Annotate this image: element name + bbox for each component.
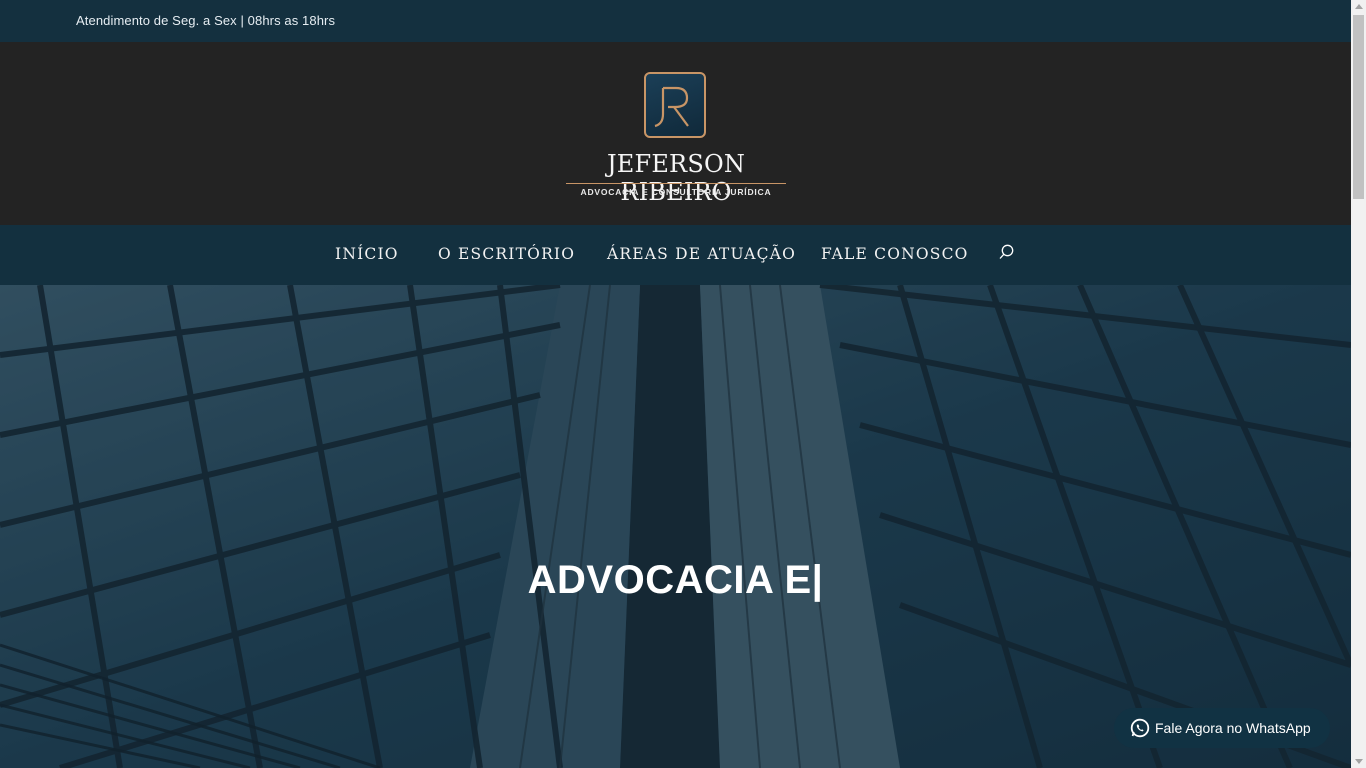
page: Atendimento de Seg. a Sex | 08hrs as 18h… xyxy=(0,0,1351,768)
hero-banner: ADVOCACIA E| xyxy=(0,285,1351,768)
scroll-down-arrow-icon[interactable] xyxy=(1355,759,1363,764)
logo-brand-name: JEFERSON RIBEIRO xyxy=(606,150,746,206)
top-info-bar: Atendimento de Seg. a Sex | 08hrs as 18h… xyxy=(0,0,1351,42)
site-logo[interactable]: JEFERSON RIBEIRO ADVOCACIA E CONSULTORIA… xyxy=(562,70,790,206)
nav-item-fale-conosco[interactable]: FALE CONOSCO xyxy=(821,245,969,263)
business-hours-text: Atendimento de Seg. a Sex | 08hrs as 18h… xyxy=(76,13,336,28)
logo-divider xyxy=(566,183,786,184)
nav-item-o-escritorio[interactable]: O ESCRITÓRIO xyxy=(438,245,575,263)
whatsapp-button[interactable]: Fale Agora no WhatsApp xyxy=(1114,708,1330,748)
nav-item-areas-de-atuacao[interactable]: ÁREAS DE ATUAÇÃO xyxy=(607,245,796,263)
logo-tagline: ADVOCACIA E CONSULTORIA JURÍDICA xyxy=(580,187,772,197)
whatsapp-button-label: Fale Agora no WhatsApp xyxy=(1155,720,1311,736)
scrollbar-thumb[interactable] xyxy=(1353,15,1364,199)
hero-overlay xyxy=(0,285,1351,768)
nav-item-inicio[interactable]: INÍCIO xyxy=(335,245,399,263)
whatsapp-icon xyxy=(1130,718,1150,738)
page-scrollbar[interactable] xyxy=(1351,0,1366,768)
main-navigation: INÍCIO O ESCRITÓRIO ÁREAS DE ATUAÇÃO FAL… xyxy=(0,225,1351,285)
search-icon[interactable] xyxy=(999,244,1017,262)
site-header: JEFERSON RIBEIRO ADVOCACIA E CONSULTORIA… xyxy=(0,42,1351,225)
logo-monogram xyxy=(644,72,706,138)
scroll-up-arrow-icon[interactable] xyxy=(1355,4,1363,9)
hero-headline: ADVOCACIA E| xyxy=(527,558,824,602)
